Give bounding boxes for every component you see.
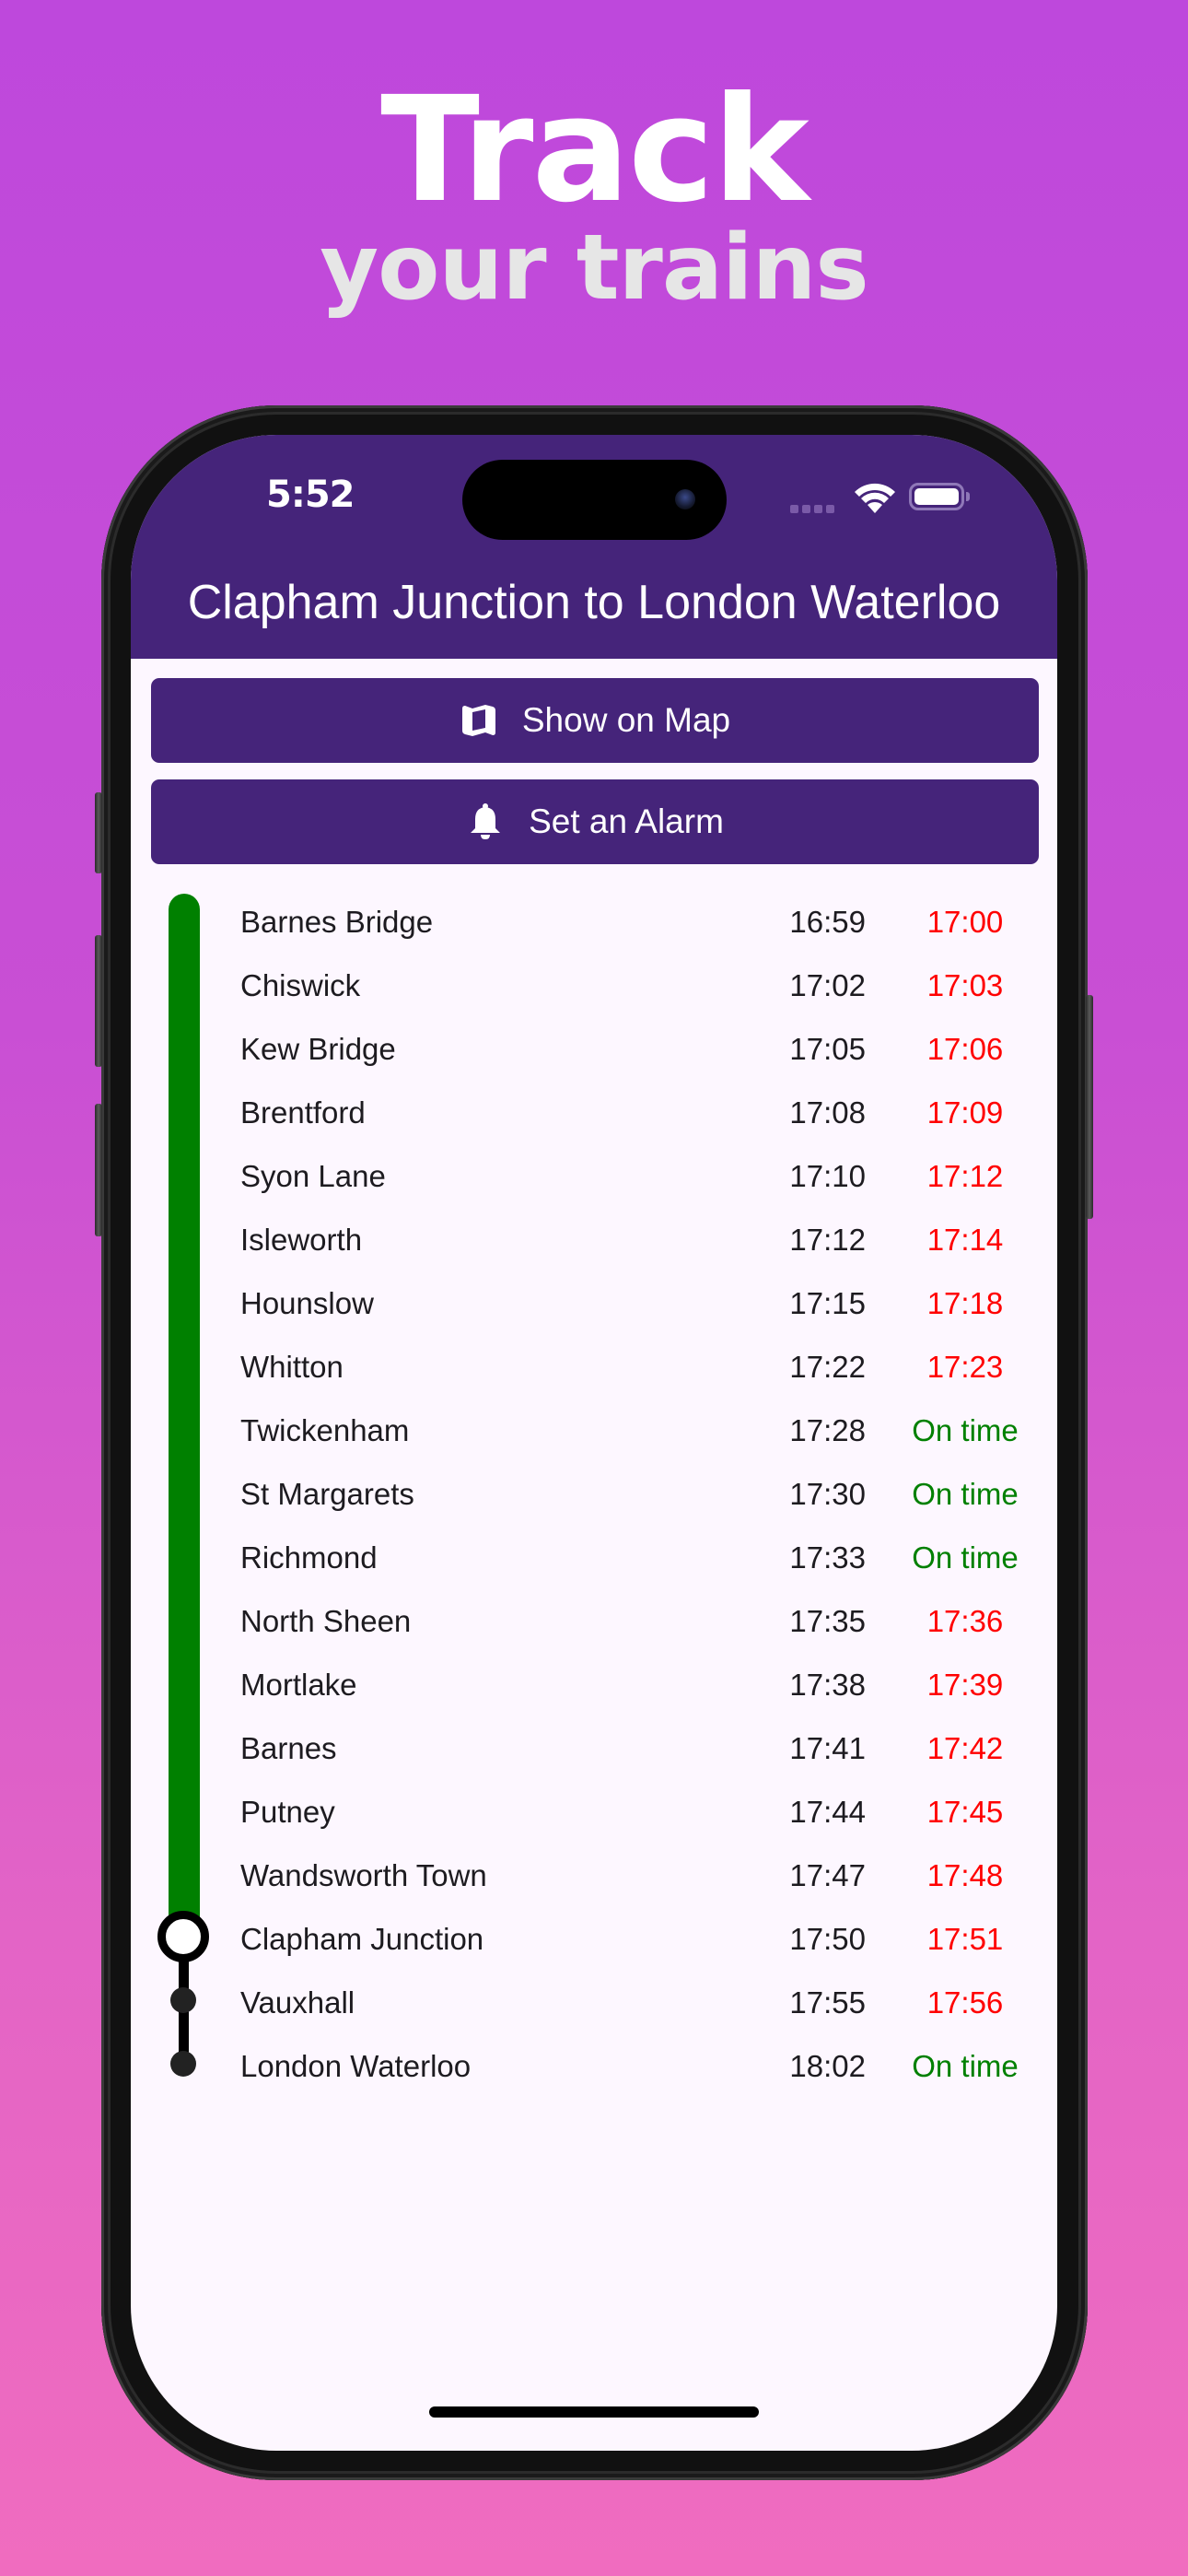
station-name: Whitton: [240, 1350, 344, 1384]
phone-screen: 5:52 Clapham Junction to London Waterloo…: [131, 435, 1057, 2451]
status-time: 5:52: [266, 474, 355, 516]
scheduled-time: 17:33: [789, 1540, 866, 1575]
expected-time: 17:51: [926, 1922, 1004, 1956]
station-name: Putney: [240, 1795, 335, 1829]
station-row[interactable]: London Waterloo 18:02 On time: [131, 2038, 1057, 2102]
station-row[interactable]: Whitton 17:22 17:23: [131, 1339, 1057, 1402]
station-name: Twickenham: [240, 1413, 410, 1447]
expected-time: 17:36: [926, 1604, 1004, 1638]
scheduled-time: 17:10: [789, 1159, 866, 1193]
scheduled-time: 17:28: [789, 1413, 866, 1447]
volume-down-button: [95, 1104, 102, 1236]
action-button: [95, 792, 102, 873]
station-name: Barnes: [240, 1731, 337, 1765]
expected-time: 17:03: [926, 968, 1004, 1002]
front-camera-icon: [675, 489, 695, 509]
station-row[interactable]: St Margarets 17:30 On time: [131, 1466, 1057, 1529]
promo-headline: Track: [380, 65, 809, 235]
scheduled-time: 17:55: [789, 1985, 866, 2020]
on-time-status: On time: [912, 2049, 1019, 2083]
scheduled-time: 17:08: [789, 1095, 866, 1130]
expected-time: 17:23: [926, 1350, 1004, 1384]
page-title: Clapham Junction to London Waterloo: [187, 576, 1001, 629]
station-name: Syon Lane: [240, 1159, 386, 1193]
scheduled-time: 17:44: [789, 1795, 866, 1829]
station-name: Vauxhall: [240, 1985, 355, 2020]
station-name: Brentford: [240, 1095, 366, 1130]
scheduled-time: 17:15: [789, 1286, 866, 1320]
scheduled-time: 17:30: [789, 1477, 866, 1511]
cellular-signal-icon: [790, 505, 834, 513]
station-name: North Sheen: [240, 1604, 412, 1638]
station-row[interactable]: Chiswick 17:02 17:03: [131, 957, 1057, 1021]
show-on-map-button[interactable]: Show on Map: [151, 678, 1039, 763]
expected-time: 17:14: [926, 1223, 1004, 1257]
station-row[interactable]: Barnes 17:41 17:42: [131, 1720, 1057, 1784]
scheduled-time: 17:02: [789, 968, 866, 1002]
station-name: Chiswick: [240, 968, 361, 1002]
scheduled-time: 17:41: [789, 1731, 866, 1765]
show-on-map-label: Show on Map: [521, 701, 731, 739]
scheduled-time: 17:12: [789, 1223, 866, 1257]
power-button: [1086, 995, 1093, 1219]
app-bar: 5:52 Clapham Junction to London Waterloo: [131, 435, 1057, 659]
volume-up-button: [95, 935, 102, 1067]
home-indicator[interactable]: [429, 2406, 759, 2418]
station-name: Wandsworth Town: [240, 1858, 487, 1892]
station-row[interactable]: Putney 17:44 17:45: [131, 1784, 1057, 1847]
scheduled-time: 17:47: [789, 1858, 866, 1892]
station-row[interactable]: Wandsworth Town 17:47 17:48: [131, 1847, 1057, 1911]
expected-time: 17:12: [926, 1159, 1004, 1193]
set-alarm-label: Set an Alarm: [529, 802, 724, 840]
expected-time: 17:00: [926, 905, 1004, 939]
scheduled-time: 17:38: [789, 1668, 866, 1702]
station-row[interactable]: Kew Bridge 17:05 17:06: [131, 1021, 1057, 1084]
station-name: St Margarets: [240, 1477, 414, 1511]
bell-icon: [471, 803, 501, 839]
station-row[interactable]: Vauxhall 17:55 17:56: [131, 1974, 1057, 2038]
scheduled-time: 17:50: [789, 1922, 866, 1956]
scheduled-time: 17:05: [789, 1032, 866, 1066]
station-row[interactable]: Hounslow 17:15 17:18: [131, 1275, 1057, 1339]
promo-subheadline: your trains: [320, 216, 868, 321]
expected-time: 17:06: [926, 1032, 1004, 1066]
scheduled-time: 17:22: [789, 1350, 866, 1384]
station-name: Richmond: [240, 1540, 378, 1575]
expected-time: 17:18: [926, 1286, 1004, 1320]
station-name: Hounslow: [240, 1286, 374, 1320]
expected-time: 17:45: [926, 1795, 1004, 1829]
scheduled-time: 16:59: [789, 905, 866, 939]
station-row[interactable]: North Sheen 17:35 17:36: [131, 1593, 1057, 1657]
battery-icon: [909, 483, 970, 510]
station-row[interactable]: Brentford 17:08 17:09: [131, 1084, 1057, 1148]
expected-time: 17:48: [926, 1858, 1004, 1892]
on-time-status: On time: [912, 1477, 1019, 1511]
station-row[interactable]: Twickenham 17:28 On time: [131, 1402, 1057, 1466]
scheduled-time: 18:02: [789, 2049, 866, 2083]
station-row[interactable]: Richmond 17:33 On time: [131, 1529, 1057, 1593]
expected-time: 17:42: [926, 1731, 1004, 1765]
on-time-status: On time: [912, 1540, 1019, 1575]
wifi-icon: [855, 483, 895, 513]
station-row[interactable]: Clapham Junction 17:50 17:51: [131, 1911, 1057, 1974]
station-name: Kew Bridge: [240, 1032, 396, 1066]
expected-time: 17:09: [926, 1095, 1004, 1130]
map-icon: [461, 705, 495, 736]
station-row[interactable]: Barnes Bridge 16:59 17:00: [131, 894, 1057, 957]
station-name: Mortlake: [240, 1668, 357, 1702]
station-name: Clapham Junction: [240, 1922, 484, 1956]
scheduled-time: 17:35: [789, 1604, 866, 1638]
dynamic-island: [462, 460, 727, 540]
expected-time: 17:39: [926, 1668, 1004, 1702]
station-name: Isleworth: [240, 1223, 363, 1257]
expected-time: 17:56: [926, 1985, 1004, 2020]
station-name: Barnes Bridge: [240, 905, 434, 939]
on-time-status: On time: [912, 1413, 1019, 1447]
station-row[interactable]: Isleworth 17:12 17:14: [131, 1212, 1057, 1275]
set-alarm-button[interactable]: Set an Alarm: [151, 779, 1039, 864]
station-row[interactable]: Syon Lane 17:10 17:12: [131, 1148, 1057, 1212]
station-name: London Waterloo: [240, 2049, 472, 2083]
station-row[interactable]: Mortlake 17:38 17:39: [131, 1657, 1057, 1720]
